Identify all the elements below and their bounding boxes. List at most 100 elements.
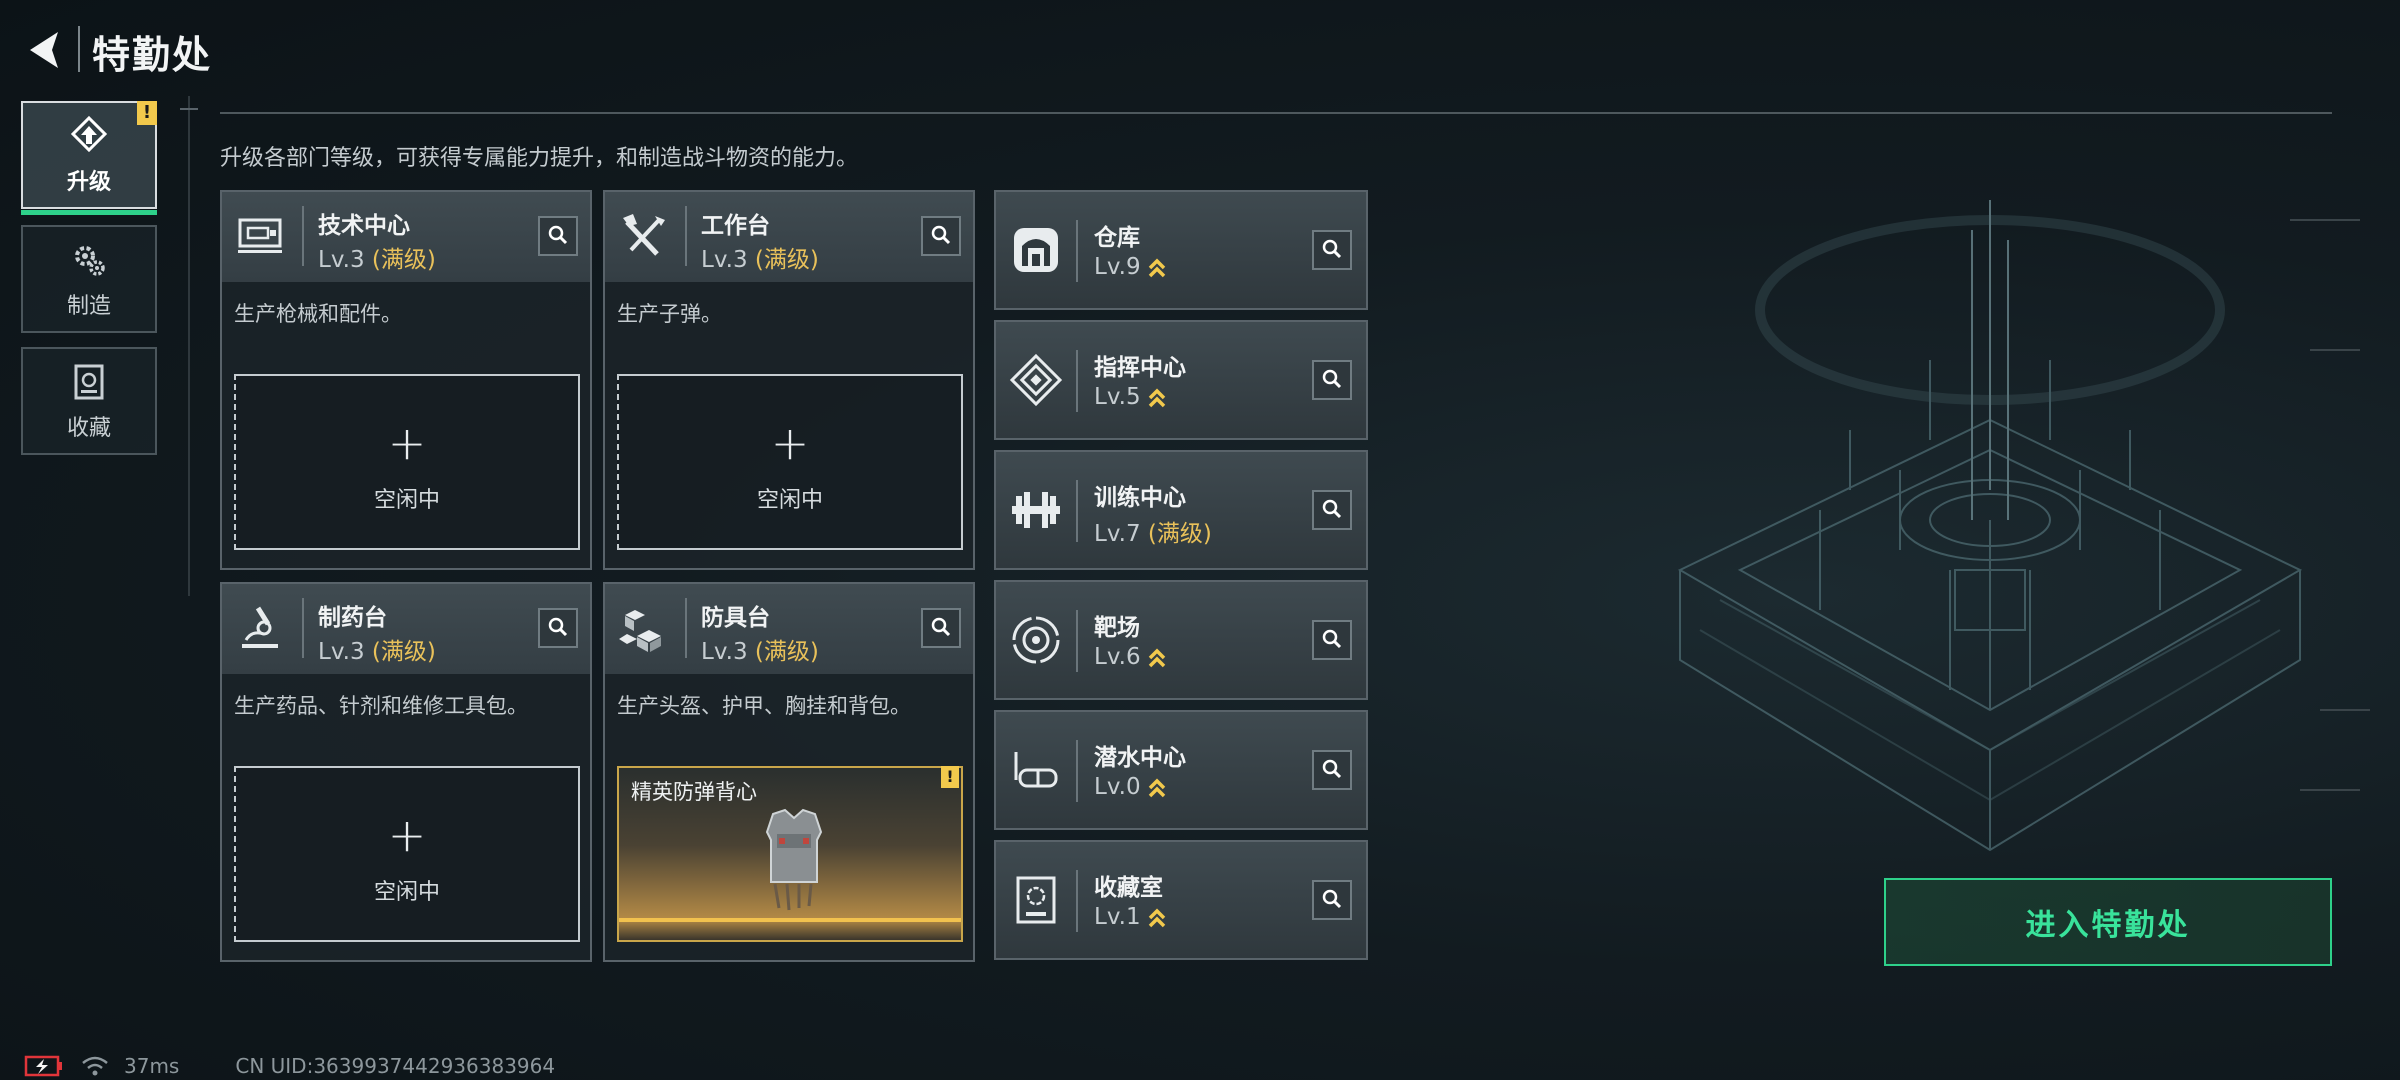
- production-slot[interactable]: + 空闲中: [617, 374, 963, 550]
- search-button[interactable]: [1312, 880, 1352, 920]
- facility-level: Lv.9: [1094, 254, 1167, 280]
- plus-icon: +: [387, 416, 427, 470]
- facility-wireframe-art: [1677, 200, 2370, 852]
- warning-badge: !: [137, 101, 157, 125]
- icon-divider: [1076, 480, 1078, 542]
- search-icon: [931, 225, 951, 245]
- level-text: Lv.0: [1094, 774, 1141, 800]
- search-button[interactable]: [1312, 360, 1352, 400]
- card-header: 制药台 Lv.3 (满级): [222, 584, 590, 674]
- crafting-item-slot[interactable]: 精英防弹背心 !: [617, 766, 963, 942]
- search-icon: [931, 617, 951, 637]
- workshop-level: Lv.3 (满级): [701, 240, 819, 274]
- level-text: Lv.3: [701, 639, 748, 665]
- workshop-level: Lv.3 (满级): [318, 632, 436, 666]
- facility-name: 指挥中心: [1094, 355, 1186, 381]
- nav-label-upgrade: 升级: [66, 170, 111, 195]
- network-ping: 37ms: [124, 1054, 180, 1078]
- crafting-progress-bar: [619, 918, 961, 922]
- workshop-name: 技术中心: [318, 213, 410, 239]
- facility-card-command-center[interactable]: 指挥中心 Lv.5: [994, 320, 1368, 440]
- microscope-icon: [242, 606, 278, 648]
- search-button[interactable]: [1312, 620, 1352, 660]
- gears-icon: [75, 246, 105, 276]
- search-icon: [548, 617, 568, 637]
- facility-name: 收藏室: [1094, 875, 1163, 901]
- facility-level: Lv.7 (满级): [1094, 514, 1212, 548]
- facility-card-training-center[interactable]: 训练中心 Lv.7 (满级): [994, 450, 1368, 570]
- status-bar: 37ms CN UID:3639937442936383964: [24, 1052, 555, 1080]
- search-icon: [548, 225, 568, 245]
- workshop-card-workbench[interactable]: 工作台 Lv.3 (满级) 生产子弹。 + 空闲中: [603, 190, 975, 570]
- max-level-tag: (满级): [371, 639, 436, 665]
- diving-mask-icon: [1014, 752, 1058, 788]
- search-button[interactable]: [1312, 750, 1352, 790]
- facility-card-warehouse[interactable]: 仓库 Lv.9: [994, 190, 1368, 310]
- back-button[interactable]: [18, 26, 70, 74]
- nav-label-craft: 制造: [66, 294, 111, 319]
- production-slot[interactable]: + 空闲中: [234, 766, 580, 942]
- command-chip-icon: [1009, 353, 1063, 407]
- nav-tab-upgrade[interactable]: 升级 !: [21, 101, 157, 215]
- search-button[interactable]: [1312, 230, 1352, 270]
- top-divider: [220, 112, 2332, 114]
- level-text: Lv.3: [701, 247, 748, 273]
- card-header: 技术中心 Lv.3 (满级): [222, 192, 590, 282]
- nav-tab-collection[interactable]: 收藏: [21, 347, 157, 455]
- battery-charging-icon: [24, 1055, 62, 1077]
- workshop-card-pharmacy[interactable]: 制药台 Lv.3 (满级) 生产药品、针剂和维修工具包。 + 空闲中: [220, 582, 592, 962]
- search-icon: [1322, 369, 1342, 389]
- workshop-description: 生产药品、针剂和维修工具包。: [234, 694, 528, 718]
- workshop-card-tech-center[interactable]: 技术中心 Lv.3 (满级) 生产枪械和配件。 + 空闲中: [220, 190, 592, 570]
- upgrade-icon: [70, 115, 108, 153]
- plus-icon: +: [770, 416, 810, 470]
- card-header: 防具台 Lv.3 (满级): [605, 584, 973, 674]
- slot-status: 空闲中: [373, 880, 440, 905]
- slot-status: 空闲中: [756, 488, 823, 513]
- enter-special-ops-button[interactable]: 进入特勤处: [1884, 878, 2332, 966]
- monitor-icon: [238, 218, 282, 253]
- tools-icon: [623, 214, 665, 256]
- max-level-tag: (满级): [1147, 521, 1212, 547]
- upgrade-chevron-icon: [1148, 648, 1165, 667]
- search-button[interactable]: [921, 608, 961, 648]
- level-text: Lv.7: [1094, 521, 1141, 547]
- search-icon: [1322, 629, 1342, 649]
- production-slot[interactable]: + 空闲中: [234, 374, 580, 550]
- facility-card-shooting-range[interactable]: 靶场 Lv.6: [994, 580, 1368, 700]
- workshop-level: Lv.3 (满级): [701, 632, 819, 666]
- search-icon: [1322, 499, 1342, 519]
- facility-name: 训练中心: [1094, 485, 1186, 511]
- upgrade-chevron-icon: [1148, 388, 1165, 407]
- user-uid: CN UID:3639937442936383964: [235, 1054, 556, 1078]
- max-level-tag: (满级): [754, 639, 819, 665]
- max-level-tag: (满级): [371, 247, 436, 273]
- nav-tab-craft[interactable]: 制造: [21, 225, 157, 333]
- search-icon: [1322, 889, 1342, 909]
- facility-card-collection-room[interactable]: 收藏室 Lv.1: [994, 840, 1368, 960]
- upgrade-chevron-icon: [1148, 778, 1165, 797]
- workshop-description: 生产头盔、护甲、胸挂和背包。: [617, 694, 911, 718]
- level-text: Lv.1: [1094, 904, 1141, 930]
- facility-level: Lv.1: [1094, 904, 1167, 930]
- icon-divider: [1076, 220, 1078, 282]
- search-button[interactable]: [1312, 490, 1352, 530]
- page-title: 特勤处: [92, 33, 213, 77]
- level-text: Lv.5: [1094, 384, 1141, 410]
- search-button[interactable]: [538, 216, 578, 256]
- workshop-name: 制药台: [318, 605, 387, 631]
- workshop-level: Lv.3 (满级): [318, 240, 436, 274]
- search-button[interactable]: [538, 608, 578, 648]
- workshop-card-armor-bench[interactable]: 防具台 Lv.3 (满级) 生产头盔、护甲、胸挂和背包。 精英防弹背心 !: [603, 582, 975, 962]
- workshop-name: 工作台: [701, 213, 770, 239]
- collection-icon: [74, 364, 104, 400]
- facility-name: 仓库: [1094, 225, 1140, 251]
- icon-divider: [1076, 350, 1078, 412]
- nav-label-collection: 收藏: [66, 416, 111, 441]
- search-button[interactable]: [921, 216, 961, 256]
- upgrade-chevron-icon: [1148, 258, 1165, 277]
- back-arrow-icon: [30, 32, 58, 68]
- workshop-description: 生产子弹。: [617, 302, 722, 326]
- facility-card-diving-center[interactable]: 潜水中心 Lv.0: [994, 710, 1368, 830]
- facility-level: Lv.5: [1094, 384, 1167, 410]
